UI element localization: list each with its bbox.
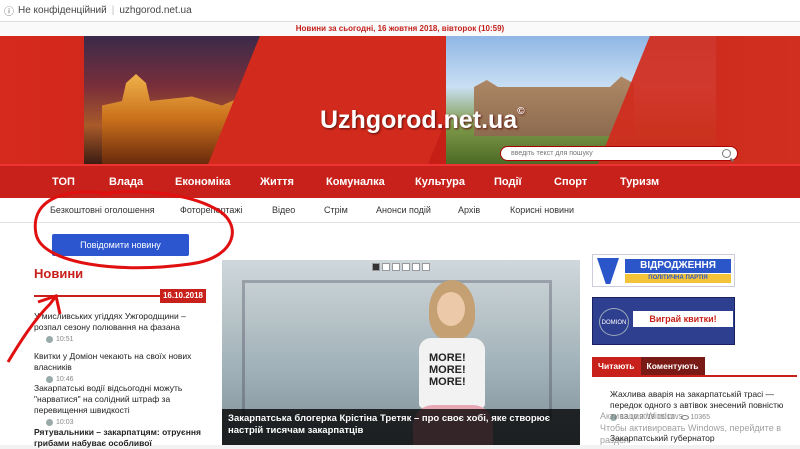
security-label: Не конфіденційний [18, 5, 107, 16]
nav-item-komunalka[interactable]: Комуналка [326, 166, 385, 198]
news-item-title[interactable]: Рятувальники – закарпатцям: отруєння гри… [34, 427, 214, 449]
party-logo-icon [597, 258, 619, 284]
subnav-item-stream[interactable]: Стрім [324, 198, 348, 223]
nav-item-podii[interactable]: Події [494, 166, 522, 198]
tab-commenting[interactable]: Коментують [640, 357, 705, 375]
date-badge: 16.10.2018 [160, 289, 206, 303]
party-name: ВІДРОДЖЕННЯ [625, 259, 731, 273]
nav-item-vlada[interactable]: Влада [109, 166, 143, 198]
nav-item-ekonomika[interactable]: Економіка [175, 166, 230, 198]
slider-dot[interactable] [402, 263, 410, 271]
separator: | [111, 5, 115, 16]
news-item-title[interactable]: Закарпатські водії відсьогодні можуть "н… [34, 383, 214, 416]
site-title: Uzhgorod.net.ua [320, 106, 518, 134]
slider-dot[interactable] [392, 263, 400, 271]
subnav-item-video[interactable]: Відео [272, 198, 295, 223]
tab-reading[interactable]: Читають [592, 357, 641, 375]
news-item[interactable]: Квитки у Домiон чекають на своїх нових в… [34, 351, 214, 385]
subnav-item-ads[interactable]: Безкоштовні оголошення [50, 198, 155, 223]
news-item-title[interactable]: Квитки у Домiон чекають на своїх нових в… [34, 351, 214, 373]
search-box [500, 146, 738, 161]
copyright-mark: © [517, 106, 525, 117]
url-text[interactable]: uzhgorod.net.ua [119, 5, 191, 16]
subnav-item-archive[interactable]: Архів [458, 198, 480, 223]
domion-cta: Виграй квитки! [633, 311, 733, 327]
domion-logo: DOMION [599, 308, 629, 336]
browser-address-bar[interactable]: ⓘ Не конфіденційний | uzhgorod.net.ua [0, 0, 800, 22]
slider-pagination [372, 263, 432, 271]
news-heading: Новини [34, 266, 84, 281]
watermark-line1: Активация Windows [600, 411, 683, 421]
slider-dot[interactable] [412, 263, 420, 271]
featured-slider: MORE! MORE! MORE! Закарпатська блогерка … [222, 223, 580, 445]
news-item[interactable]: У мисливських угіддях Ужгородщини – розп… [34, 311, 214, 345]
nav-item-top[interactable]: ТОП [52, 166, 75, 198]
info-icon[interactable]: ⓘ [4, 3, 14, 18]
news-item-time: 10:51 [56, 336, 74, 343]
news-item[interactable]: Рятувальники – закарпатцям: отруєння гри… [34, 427, 214, 449]
sub-nav: Безкоштовні оголошення Фоторепортажі Від… [0, 198, 800, 223]
domion-banner[interactable]: DOMION Виграй квитки! [592, 297, 735, 345]
news-item-title[interactable]: У мисливських угіддях Ужгородщини – розп… [34, 311, 214, 333]
search-input[interactable] [501, 150, 711, 157]
search-icon[interactable] [722, 149, 731, 158]
nav-item-sport[interactable]: Спорт [554, 166, 587, 198]
tabs-divider [592, 375, 797, 377]
report-news-button[interactable]: Повідомити новину [52, 234, 189, 256]
nav-item-turyzm[interactable]: Туризм [620, 166, 659, 198]
page: Новини за сьогодні, 16 жовтня 2018, вівт… [0, 22, 800, 448]
vidrodzhennia-banner[interactable]: ВІДРОДЖЕННЯ ПОЛІТИЧНА ПАРТІЯ [592, 254, 735, 287]
watermark-line2: Чтобы активировать Windows, перейдите в … [600, 423, 781, 445]
popular-item-title[interactable]: Жахлива аварія на закарпатській трасі — … [610, 389, 795, 411]
slider-dot[interactable] [422, 263, 430, 271]
featured-slide-image[interactable]: MORE! MORE! MORE! Закарпатська блогерка … [222, 260, 580, 445]
news-item[interactable]: Закарпатські водії відсьогодні можуть "н… [34, 383, 214, 428]
subnav-item-announcements[interactable]: Анонси подій [376, 198, 431, 223]
slider-dot[interactable] [372, 263, 380, 271]
subnav-item-photo[interactable]: Фоторепортажі [180, 198, 242, 223]
header-banner: Uzhgorod.net.ua© [0, 36, 800, 164]
clock-icon [46, 336, 53, 343]
clock-icon [46, 419, 53, 426]
windows-activation-watermark: Активация Windows Чтобы активировать Win… [600, 410, 800, 446]
subnav-item-useful[interactable]: Корисні новини [510, 198, 574, 223]
site-logo[interactable]: Uzhgorod.net.ua© [320, 106, 525, 135]
slide-caption[interactable]: Закарпатська блогерка Крістіна Третяк – … [222, 409, 580, 445]
date-line: Новини за сьогодні, 16 жовтня 2018, вівт… [0, 22, 800, 36]
nav-item-kultura[interactable]: Культура [415, 166, 465, 198]
clock-icon [46, 376, 53, 383]
party-subtitle: ПОЛІТИЧНА ПАРТІЯ [625, 274, 731, 283]
slider-dot[interactable] [382, 263, 390, 271]
popular-tabs: Читають Коментують [592, 357, 705, 375]
main-nav: ТОП Влада Економіка Життя Комуналка Куль… [0, 164, 800, 198]
left-column: Повідомити новину Новини 16.10.2018 У ми… [0, 223, 222, 448]
shirt-text: MORE! MORE! MORE! [429, 352, 466, 388]
nav-item-zhyttia[interactable]: Життя [260, 166, 294, 198]
